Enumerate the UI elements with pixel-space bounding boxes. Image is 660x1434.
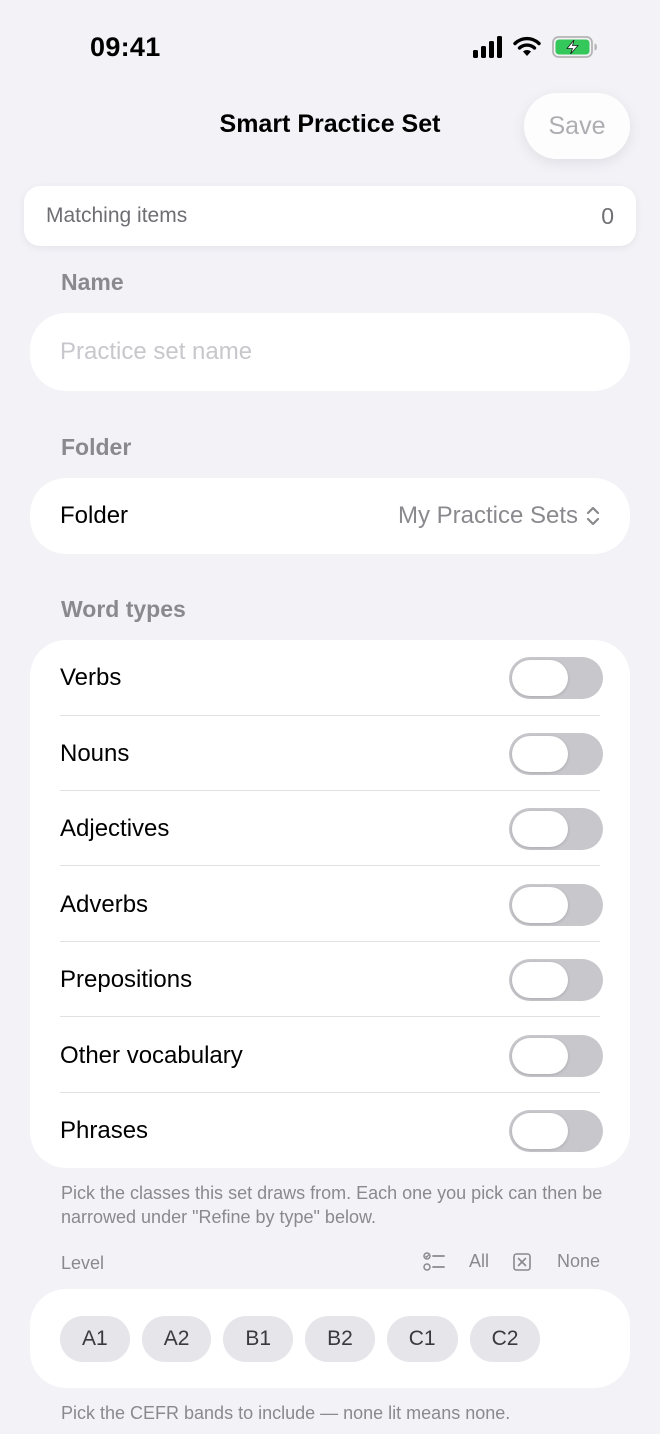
level-bands-card: A1 A2 B1 B2 C1 C2 bbox=[30, 1289, 630, 1388]
toggle-knob bbox=[512, 659, 568, 696]
clear-selection-icon bbox=[513, 1252, 531, 1271]
status-time: 09:41 bbox=[90, 32, 161, 62]
toggle-knob bbox=[512, 886, 568, 923]
wifi-icon bbox=[513, 36, 541, 56]
phrases-toggle[interactable] bbox=[509, 1109, 603, 1152]
word-type-row-adjectives: Adjectives bbox=[60, 791, 630, 866]
toggle-knob bbox=[512, 1037, 568, 1074]
folder-value[interactable]: My Practice Sets bbox=[398, 502, 600, 530]
select-none-label: None bbox=[556, 1251, 600, 1271]
level-chip-c1[interactable]: C1 bbox=[386, 1315, 458, 1362]
word-type-row-adverbs: Adverbs bbox=[60, 867, 630, 942]
folder-section-header: Folder bbox=[61, 434, 132, 460]
word-type-row-phrases: Phrases bbox=[60, 1093, 630, 1168]
name-field-card bbox=[30, 313, 630, 391]
select-all-label: All bbox=[468, 1251, 489, 1271]
level-chip-a1[interactable]: A1 bbox=[60, 1315, 130, 1362]
status-bar: 09:41 bbox=[0, 0, 660, 96]
toggle-knob bbox=[512, 1112, 568, 1149]
adverbs-toggle[interactable] bbox=[509, 883, 603, 926]
toggle-knob bbox=[512, 810, 568, 847]
folder-picker-row[interactable]: Folder My Practice Sets bbox=[60, 478, 630, 554]
word-type-label: Adverbs bbox=[60, 890, 149, 918]
select-no-levels-button[interactable]: None bbox=[513, 1251, 600, 1272]
word-type-row-other-vocabulary: Other vocabulary bbox=[60, 1018, 630, 1093]
level-chip-a2[interactable]: A2 bbox=[141, 1315, 212, 1362]
name-section-header: Name bbox=[61, 269, 124, 295]
word-types-section-header: Word types bbox=[61, 596, 186, 622]
battery-charging-icon bbox=[552, 36, 597, 58]
practice-set-name-input[interactable] bbox=[60, 313, 600, 391]
level-section-header: Level bbox=[61, 1253, 105, 1273]
other-vocabulary-toggle[interactable] bbox=[509, 1034, 603, 1077]
toggle-knob bbox=[512, 961, 568, 998]
word-types-footnote: Pick the classes this set draws from. Ea… bbox=[61, 1183, 603, 1227]
status-icons bbox=[473, 36, 598, 58]
word-types-card: Verbs Nouns Adjectives Adverbs Prepositi… bbox=[30, 640, 630, 1168]
save-button[interactable]: Save bbox=[524, 93, 630, 159]
toggle-knob bbox=[512, 735, 568, 772]
folder-card: Folder My Practice Sets bbox=[30, 478, 630, 554]
divider bbox=[60, 865, 600, 866]
cellular-signal-icon bbox=[473, 36, 502, 58]
word-type-row-prepositions: Prepositions bbox=[60, 942, 630, 1017]
word-type-row-verbs: Verbs bbox=[60, 640, 630, 715]
word-type-label: Prepositions bbox=[60, 965, 193, 993]
level-chips: A1 A2 B1 B2 C1 C2 bbox=[60, 1289, 630, 1388]
level-footnote: Pick the CEFR bands to include — none li… bbox=[61, 1403, 511, 1423]
folder-selected-value: My Practice Sets bbox=[397, 502, 578, 529]
level-chip-b2[interactable]: B2 bbox=[305, 1315, 375, 1362]
matching-items-summary: Matching items 0 bbox=[24, 186, 636, 246]
word-type-label: Verbs bbox=[60, 663, 122, 691]
adjectives-toggle[interactable] bbox=[509, 807, 603, 850]
verbs-toggle[interactable] bbox=[509, 656, 603, 699]
folder-label: Folder bbox=[60, 502, 129, 529]
divider bbox=[60, 1016, 600, 1017]
word-type-label: Other vocabulary bbox=[60, 1041, 243, 1069]
word-type-label: Adjectives bbox=[60, 814, 170, 842]
word-type-label: Nouns bbox=[60, 739, 130, 767]
checklist-icon bbox=[423, 1251, 445, 1271]
nouns-toggle[interactable] bbox=[509, 732, 603, 775]
level-actions: All None bbox=[423, 1251, 600, 1272]
select-all-levels-button[interactable]: All bbox=[423, 1251, 489, 1272]
level-chip-b1[interactable]: B1 bbox=[223, 1315, 294, 1362]
word-type-row-nouns: Nouns bbox=[60, 716, 630, 791]
word-type-label: Phrases bbox=[60, 1116, 149, 1144]
chevron-up-down-icon bbox=[586, 506, 600, 526]
navigation-bar: Smart Practice Set Save bbox=[0, 92, 660, 162]
matching-items-label: Matching items bbox=[46, 204, 188, 227]
level-chip-c2[interactable]: C2 bbox=[469, 1315, 541, 1362]
prepositions-toggle[interactable] bbox=[509, 958, 603, 1001]
matching-items-count: 0 bbox=[601, 202, 614, 229]
